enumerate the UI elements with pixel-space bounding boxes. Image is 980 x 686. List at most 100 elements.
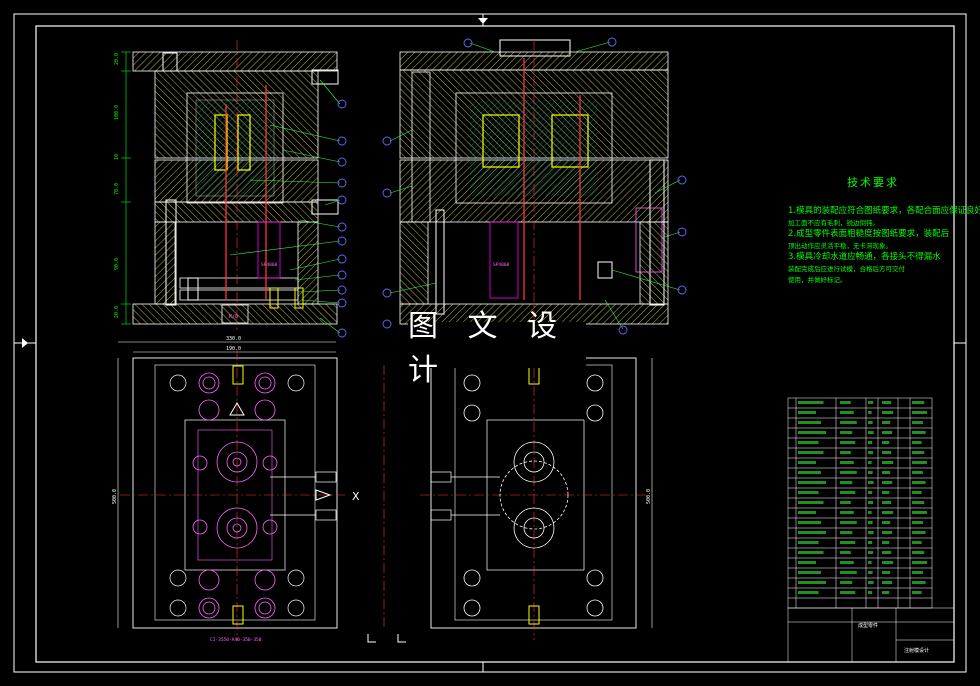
dim-height-right: 500.0 [646, 489, 652, 504]
bom-cell-mark [912, 541, 922, 544]
bom-cell-mark [840, 461, 854, 464]
bom-cell-mark [912, 401, 925, 404]
bom-cell-mark [882, 501, 892, 504]
bom-cell-mark [798, 471, 821, 474]
bom-cell-mark [840, 481, 853, 484]
bom-cell-mark [840, 491, 856, 494]
svg-text:20.0: 20.0 [114, 53, 120, 65]
bom-cell-mark [798, 501, 824, 504]
bom-cell-mark [882, 571, 891, 574]
bom-cell-mark [798, 571, 821, 574]
bom-cell-mark [882, 411, 894, 414]
notes-line-2: 加工面不应有毛刺，锐边倒钝。 [788, 218, 879, 227]
notes-line-6: 装配完成后应进行试模，合格后方可交付 [788, 264, 905, 273]
bom-cell-mark [798, 581, 826, 584]
bom-cell-mark [868, 531, 874, 534]
bom-cell-mark [882, 421, 891, 424]
bom-cell-mark [912, 571, 923, 574]
bom-cell-mark [798, 491, 819, 494]
bom-cell-mark [840, 531, 853, 534]
title-block-school: 注射模设计 [904, 647, 929, 654]
bom-cell-mark [868, 431, 874, 434]
bom-cell-mark [868, 501, 874, 504]
bom-cell-mark [868, 441, 873, 444]
bom-cell-mark [868, 541, 873, 544]
bom-cell-mark [798, 551, 824, 554]
bom-cell-mark [868, 421, 873, 424]
bom-cell-mark [840, 421, 857, 424]
bom-cell-mark [868, 551, 874, 554]
part-no-label: K/0 [229, 314, 238, 320]
bom-cell-mark [868, 581, 874, 584]
cavity-label-right: SP4060 [493, 262, 510, 268]
bom-cell-mark [882, 581, 893, 584]
bom-cell-mark [882, 511, 894, 514]
bom-cell-mark [840, 411, 854, 414]
bom-cell-mark [798, 421, 821, 424]
bom-cell-mark [882, 481, 893, 484]
cavity-label-left: SP4060 [261, 262, 278, 268]
bom-cell-mark [868, 511, 872, 514]
bom-cell-mark [912, 421, 923, 424]
bom-cell-mark [798, 481, 826, 484]
bom-cell-mark [798, 561, 816, 564]
bom-cell-mark [798, 531, 826, 534]
bom-cell-mark [912, 581, 926, 584]
bom-cell-mark [912, 561, 927, 564]
notes-title: 技术要求 [847, 176, 899, 189]
bom-cell-mark [798, 441, 819, 444]
bom-cell-mark [840, 571, 857, 574]
bom-cell-mark [798, 401, 824, 404]
bom-cell-mark [912, 451, 925, 454]
bom-cell-mark [882, 471, 891, 474]
section-mark: X [352, 490, 360, 503]
bom-cell-mark [868, 451, 874, 454]
bom-cell-mark [882, 441, 890, 444]
bom-cell-mark [840, 561, 854, 564]
watermark: 图 文 设 计 [408, 309, 586, 388]
left-plan-view: 330.0 190.0 500.0 CI-3550-A40-350-350 X [112, 336, 360, 643]
bom-cell-mark [868, 411, 872, 414]
bom-cell-mark [868, 471, 873, 474]
bom-cell-mark [882, 541, 890, 544]
svg-text:90.0: 90.0 [114, 258, 120, 270]
bom-cell-mark [840, 401, 851, 404]
title-block-name: 成型零件 [858, 622, 878, 629]
svg-text:100.0: 100.0 [114, 105, 120, 120]
bom-cell-mark [882, 521, 891, 524]
bom-cell-mark [840, 451, 851, 454]
right-plan-view: 500.0 [367, 350, 653, 643]
bom-cell-mark [912, 471, 923, 474]
bom-cell-mark [868, 561, 872, 564]
dim-width-2: 190.0 [226, 346, 241, 352]
bom-cell-mark [912, 491, 922, 494]
bom-cell-mark [912, 501, 925, 504]
bom-cell-mark [882, 431, 893, 434]
notes-line-5: 3.模具冷却水道应畅通，各接头不得漏水 [788, 252, 941, 262]
bom-cell-mark [798, 511, 816, 514]
svg-text:10: 10 [114, 154, 120, 160]
notes-line-7: 使用，并做好标记。 [788, 276, 847, 284]
bom-cell-mark [868, 481, 874, 484]
bom-cell-mark [840, 551, 851, 554]
bom-cell-mark [868, 521, 873, 524]
bom-cell-mark [912, 591, 922, 594]
bom-cell-mark [912, 461, 927, 464]
svg-text:70.0: 70.0 [114, 183, 120, 195]
bom-cell-mark [882, 561, 894, 564]
bom-cell-mark [868, 461, 872, 464]
bom-cell-text [798, 401, 927, 594]
bom-cell-mark [868, 571, 873, 574]
bom-cell-mark [882, 491, 890, 494]
bom-cell-mark [798, 451, 824, 454]
bom-cell-mark [798, 461, 816, 464]
dim-width-1: 330.0 [226, 336, 241, 342]
bom-cell-mark [912, 521, 923, 524]
bom-cell-mark [840, 431, 853, 434]
bom-cell-mark [912, 531, 926, 534]
bom-cell-mark [882, 461, 894, 464]
bom-cell-mark [912, 551, 925, 554]
bom-cell-mark [798, 521, 821, 524]
bom-cell-mark [868, 491, 873, 494]
bom-cell-mark [912, 511, 927, 514]
